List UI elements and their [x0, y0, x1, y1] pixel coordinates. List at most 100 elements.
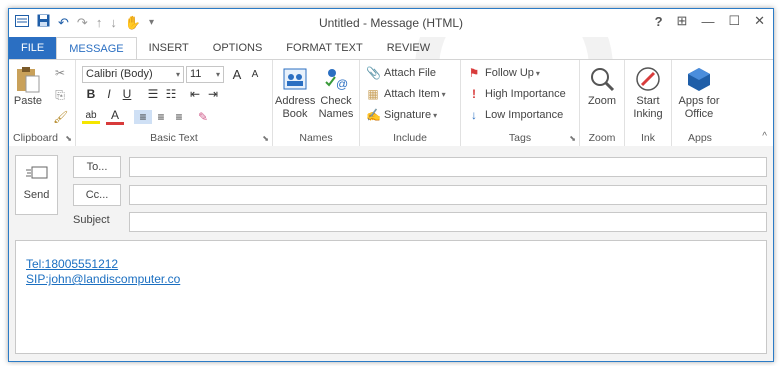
message-body[interactable]: Tel:18005551212 SIP:john@landiscomputer.… [15, 240, 767, 354]
ink-group-label: Ink [640, 132, 655, 144]
basic-text-group-label: Basic Text [150, 132, 198, 144]
font-name-combo[interactable]: Calibri (Body) ▾ [82, 66, 184, 83]
apps-for-office-line-2: Office [684, 108, 714, 120]
attach-file-button[interactable]: 📎 Attach File [366, 66, 436, 80]
basic-text-launcher-icon[interactable]: ⬊ [262, 134, 269, 143]
tab-review[interactable]: REVIEW [375, 37, 442, 59]
low-importance-button[interactable]: ↓ Low Importance [467, 108, 563, 122]
apps-for-office-button[interactable]: Apps for Office [674, 66, 724, 121]
check-names-line-2: Names [318, 108, 354, 120]
italic-button[interactable]: I [100, 87, 118, 101]
start-inking-line-2: Inking [633, 108, 663, 120]
align-left-icon[interactable]: ≡ [134, 109, 152, 124]
decrease-indent-icon[interactable]: ⇤ [186, 87, 204, 101]
signature-icon: ✍ [366, 108, 381, 122]
address-book-icon [282, 66, 308, 92]
tab-options[interactable]: OPTIONS [201, 37, 275, 59]
send-button[interactable]: Send [15, 155, 58, 215]
body-links: Tel:18005551212 SIP:john@landiscomputer.… [26, 257, 180, 287]
minimize-icon[interactable]: — [701, 14, 714, 29]
include-group: 📎 Attach File ▦ Attach Item ▾ ✍ Signatur… [360, 60, 461, 146]
clipboard-launcher-icon[interactable]: ⬊ [65, 134, 72, 143]
maximize-icon[interactable]: ☐ [728, 13, 740, 29]
down-arrow-icon: ↓ [471, 108, 477, 122]
compose-area: Send To... Cc... Subject Tel:18005551212… [9, 146, 773, 361]
tab-insert[interactable]: INSERT [137, 37, 201, 59]
attach-file-label: Attach File [384, 67, 436, 79]
font-size-combo[interactable]: 11 ▾ [186, 66, 224, 83]
check-names-button[interactable]: @ Check Names [317, 66, 355, 121]
signature-button[interactable]: ✍ Signature ▾ [366, 108, 437, 122]
grow-font-button[interactable]: A [228, 67, 246, 82]
flag-icon: ⚑ [468, 66, 480, 80]
sip-link[interactable]: SIP:john@landiscomputer.co [26, 272, 180, 287]
style-row: B I U ☰ ☷ ⇤ ⇥ [82, 87, 222, 101]
attach-item-label: Attach Item [384, 88, 440, 100]
underline-button[interactable]: U [118, 87, 136, 101]
ribbon-tabs: FILE MESSAGE INSERT OPTIONS FORMAT TEXT … [9, 37, 773, 59]
tags-group: ⚑ Follow Up ▾ ! High Importance ↓ Low Im… [461, 60, 580, 146]
align-right-icon[interactable]: ≡ [170, 110, 188, 124]
close-icon[interactable]: ✕ [754, 13, 765, 29]
font-row: Calibri (Body) ▾ 11 ▾ A A [82, 66, 264, 83]
align-center-icon[interactable]: ≡ [152, 110, 170, 124]
font-color-button[interactable]: A [106, 108, 124, 125]
tags-launcher-icon[interactable]: ⬊ [569, 134, 576, 143]
apps-group: Apps for Office Apps ^ [672, 60, 773, 146]
bullets-icon[interactable]: ☰ [144, 87, 162, 101]
paste-button[interactable]: Paste [13, 66, 43, 108]
tab-file[interactable]: FILE [9, 37, 57, 59]
to-field[interactable] [129, 157, 767, 177]
cc-field[interactable] [129, 185, 767, 205]
bold-button[interactable]: B [82, 87, 100, 101]
low-importance-label: Low Importance [485, 109, 564, 121]
apps-group-label: Apps [688, 132, 712, 144]
subject-label: Subject [73, 214, 110, 226]
chevron-down-icon: ▾ [441, 89, 446, 99]
shrink-font-button[interactable]: A [246, 69, 264, 80]
tab-format-text[interactable]: FORMAT TEXT [274, 37, 374, 59]
zoom-button[interactable]: Zoom [582, 66, 622, 108]
highlight-label: ab [85, 109, 97, 121]
address-book-button[interactable]: Address Book [275, 66, 315, 121]
help-icon[interactable]: ? [655, 14, 663, 29]
address-book-line-1: Address [275, 95, 316, 107]
chevron-down-icon: ▾ [215, 70, 220, 79]
high-importance-label: High Importance [485, 88, 566, 100]
cc-button[interactable]: Cc... [73, 184, 121, 206]
start-inking-line-1: Start [636, 95, 660, 107]
names-group-label: Names [299, 132, 333, 144]
ribbon: Paste ✂ ⎘ 🖌 Clipboard ⬊ Calibri (Body) ▾ … [9, 59, 773, 147]
collapse-ribbon-icon[interactable]: ^ [762, 131, 767, 142]
follow-up-button[interactable]: ⚑ Follow Up ▾ [467, 66, 540, 80]
start-inking-button[interactable]: Start Inking [627, 66, 669, 121]
apps-cube-icon [686, 66, 712, 92]
numbering-icon[interactable]: ☷ [162, 87, 180, 101]
signature-label: Signature [384, 109, 432, 121]
font-size-value: 11 [190, 68, 202, 80]
clear-formatting-icon[interactable]: ✎ [194, 110, 212, 124]
chevron-down-icon: ▾ [535, 68, 540, 78]
increase-indent-icon[interactable]: ⇥ [204, 87, 222, 101]
attach-item-icon: ▦ [367, 87, 379, 101]
follow-up-label: Follow Up [485, 67, 534, 79]
copy-button[interactable]: ⎘ [53, 88, 71, 103]
cut-button[interactable]: ✂ [53, 66, 71, 80]
highlight-button[interactable]: ab [82, 110, 100, 124]
format-painter-button[interactable]: 🖌 [53, 110, 71, 124]
to-button[interactable]: To... [73, 156, 121, 178]
format-painter-icon: 🖌 [53, 110, 69, 124]
font-color-label: A [110, 108, 119, 122]
tel-link[interactable]: Tel:18005551212 [26, 257, 180, 272]
subject-field[interactable] [129, 212, 767, 232]
apps-for-office-line-1: Apps for [678, 95, 720, 107]
paste-icon [15, 66, 41, 93]
chevron-down-icon: ▾ [433, 110, 438, 120]
address-book-line-2: Book [282, 108, 308, 120]
high-importance-button[interactable]: ! High Importance [467, 87, 566, 101]
tab-message[interactable]: MESSAGE [56, 37, 137, 59]
pen-icon [635, 66, 661, 92]
attach-item-button[interactable]: ▦ Attach Item ▾ [366, 87, 446, 101]
send-label: Send [23, 189, 50, 201]
ribbon-display-icon[interactable]: ⊞ [677, 13, 688, 29]
